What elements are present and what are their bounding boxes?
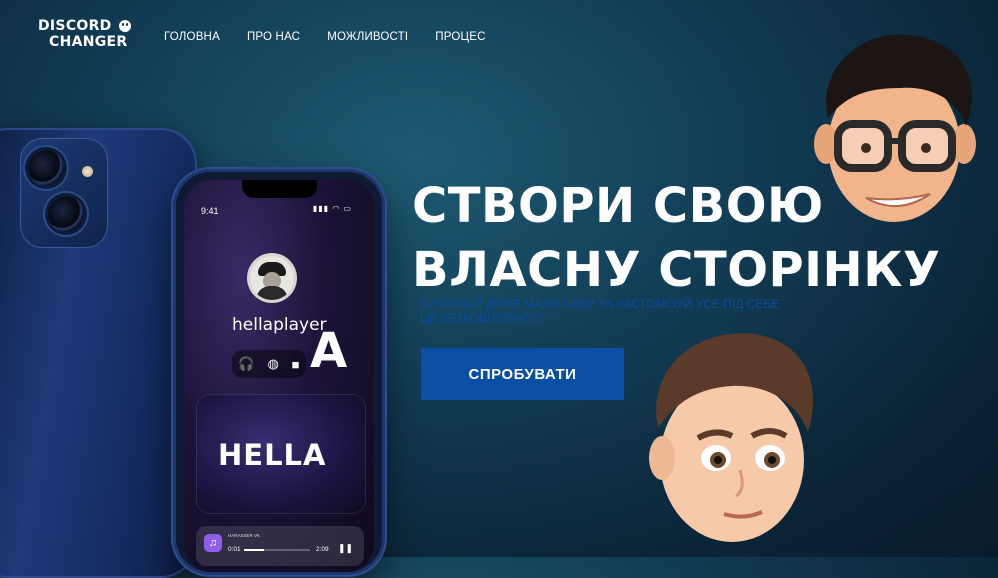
profile-letter: A [310,323,348,379]
try-button[interactable]: СПРОБУВАТИ [421,348,624,400]
memoji-glasses-image [814,34,976,222]
avatar [250,256,294,300]
phone-notch [242,180,317,198]
memoji-boy-image [649,333,814,542]
phone-front-image: 9:41 ▮▮▮ ◠ ▭ hellaplayer A 🎧 ◍ ■ HELLA ♫… [176,172,382,572]
flash-icon [82,166,93,177]
hero-subtitle-line-2: ЦЕ БЕЗКОШТОВНО!!! [420,311,543,325]
camera-lens-icon [28,150,64,186]
headphones-icon: 🎧 [238,356,255,371]
hero-subtitle: ВИТРАЧАЙ ДУЖЕ МАЛО ЧАСУ ТА КАСТОМІЗУЙ УС… [420,297,850,325]
music-player: ♫ HARASSER VK 0:01 2:09 ❚❚ [196,526,364,566]
music-note-icon: ♫ [204,534,222,552]
status-time: 9:41 [201,206,219,216]
brand-logo[interactable]: DISCORD CHANGER [38,19,138,49]
time-end: 2:09 [316,546,329,553]
globe-icon: ◍ [267,356,279,371]
nav-item-home[interactable]: ГОЛОВНА [164,31,220,43]
time-start: 0:01 [228,546,241,553]
progress-bar [244,549,310,551]
hero-subtitle-line-1: ВИТРАЧАЙ ДУЖЕ МАЛО ЧАСУ ТА КАСТОМІЗУЙ УС… [420,297,780,311]
pause-icon: ❚❚ [338,543,354,553]
card-text: HELLA [218,438,327,472]
nav-item-about[interactable]: ПРО НАС [247,31,300,43]
hero-title-line-2: ВЛАСНУ СТОРІНКУ [412,242,941,298]
main-nav: ГОЛОВНА ПРО НАС МОЖЛИВОСТІ ПРОЦЕС [164,31,513,43]
camera-module [20,138,108,248]
phone-screen: 9:41 ▮▮▮ ◠ ▭ hellaplayer A 🎧 ◍ ■ HELLA ♫… [184,180,374,572]
brand-line-2: CHANGER [49,34,128,50]
status-icons: ▮▮▮ ◠ ▭ [312,204,352,213]
nav-item-features[interactable]: МОЖЛИВОСТІ [327,31,408,43]
profile-card: HELLA [196,394,366,514]
camera-lens-icon [48,196,84,232]
track-name: HARASSER VK [228,533,261,538]
discord-icon [119,20,131,32]
hero-title-line-1: СТВОРИ СВОЮ [412,178,824,234]
video-icon: ■ [291,356,300,372]
nav-item-process[interactable]: ПРОЦЕС [435,31,485,43]
phone-back-image [0,128,197,578]
profile-actions: 🎧 ◍ ■ [232,350,306,378]
